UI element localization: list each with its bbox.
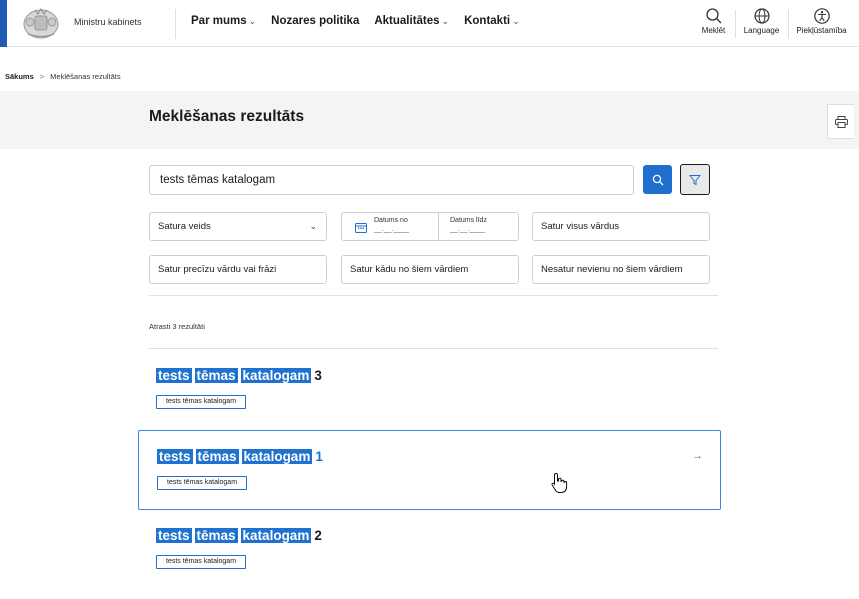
all-words-input[interactable]: Satur visus vārdus [532,212,710,241]
none-words-input[interactable]: Nesatur nevienu no šiem vārdiem [532,255,710,284]
divider [149,295,718,296]
logo-text[interactable]: Ministru kabinets [74,17,142,27]
highlighted-term: tēmas [194,368,238,383]
header-search-button[interactable]: Meklēt [686,7,741,41]
highlighted-term: katalogam [240,368,312,383]
result-number: 2 [314,528,322,543]
date-to-label: Datums līdz [450,217,487,224]
globe-icon [753,8,770,24]
header-divider [175,9,176,39]
accessibility-button[interactable]: Piekļūstamība [794,7,849,41]
topic-tag[interactable]: tests tēmas katalogam [156,555,247,569]
calendar-icon [355,223,367,233]
language-button[interactable]: Language [734,7,789,41]
chevron-down-icon: ⌄ [512,16,520,26]
highlighted-term: tests [156,368,192,383]
date-to-value: __.__.____ [450,226,486,233]
header-accent-bar [0,0,7,47]
highlighted-term: tēmas [195,449,239,464]
header-util-divider [788,10,789,38]
nav-item-kontakti[interactable]: Kontakti ⌄ [464,15,520,27]
search-label: Meklēt [701,26,726,35]
accessibility-label: Piekļūstamība [796,26,847,35]
language-label: Language [743,26,780,35]
chevron-down-icon: ⌄ [309,221,317,231]
chevron-down-icon: ⌄ [441,16,450,26]
result-item[interactable]: tests tēmas katalogam 3 tests tēmas katalog… [138,360,721,440]
filter-toggle-button[interactable] [680,164,710,195]
divider [149,348,718,349]
date-from-label: Datums no [374,217,408,224]
result-number: 1 [315,449,323,464]
result-title[interactable]: tests tēmas katalogam 2 [156,528,322,543]
printer-icon [834,115,848,128]
filter-icon [689,174,701,185]
coat-of-arms-logo[interactable] [22,6,60,40]
result-number: 3 [314,368,322,383]
nav-item-nozares-politika[interactable]: Nozares politika [271,15,359,27]
highlighted-term: tēmas [194,528,238,543]
topic-tag[interactable]: tests tēmas katalogam [156,395,247,409]
breadcrumb: Sākums > Meklēšanas rezultāts [5,72,121,81]
any-words-input[interactable]: Satur kādu no šiem vārdiem [341,255,519,284]
breadcrumb-current: Meklēšanas rezultāts [50,72,121,81]
nav-item-aktualitates[interactable]: Aktualitātes ⌄ [374,15,449,27]
exact-phrase-input[interactable]: Satur precīzu vārdu vai frāzi [149,255,327,284]
search-icon [652,174,663,185]
result-title[interactable]: tests tēmas katalogam 3 [156,368,322,383]
date-divider [438,213,439,240]
print-button[interactable] [827,104,854,139]
breadcrumb-home[interactable]: Sākums [5,72,34,81]
chevron-down-icon: ⌄ [248,16,257,26]
title-band [0,91,859,149]
topic-tag[interactable]: tests tēmas katalogam [157,476,248,490]
result-title[interactable]: tests tēmas katalogam 1 [157,449,323,464]
content-type-value: Satura veids [158,221,211,232]
results-count: Atrasti 3 rezultāti [149,322,205,331]
content-type-select[interactable]: Satura veids ⌄ [149,212,327,241]
highlighted-term: katalogam [241,449,313,464]
date-to-field[interactable]: Datums līdz __.__.____ [450,216,487,234]
site-header: Ministru kabinets Par mums ⌄ Nozares poli… [0,0,859,47]
date-from-value: __.__.____ [374,226,410,233]
highlighted-term: katalogam [240,528,312,543]
result-item[interactable]: tests tēmas katalogam 2 tests tēmas katalog… [138,520,721,599]
date-range-field: Datums no __.__.____ Datums līdz __.__._… [341,212,519,241]
main-nav: Par mums ⌄ Nozares politika Aktualitātes ⌄… [191,15,535,27]
nav-item-par-mums[interactable]: Par mums ⌄ [191,15,256,27]
hand-pointer-cursor-icon [550,472,568,499]
date-from-field[interactable]: Datums no __.__.____ [374,216,409,234]
search-icon [705,8,721,24]
breadcrumb-separator: > [39,72,45,81]
search-submit-button[interactable] [643,165,672,194]
page-title: Meklēšanas rezultāts [149,108,305,125]
accessibility-icon [813,8,830,24]
highlighted-term: tests [157,449,193,464]
arrow-right-icon: → [692,450,703,462]
highlighted-term: tests [156,528,192,543]
result-item[interactable]: tests tēmas katalogam 1 tests tēmas katalog… [138,430,721,510]
search-input[interactable]: tests tēmas katalogam [149,165,634,195]
